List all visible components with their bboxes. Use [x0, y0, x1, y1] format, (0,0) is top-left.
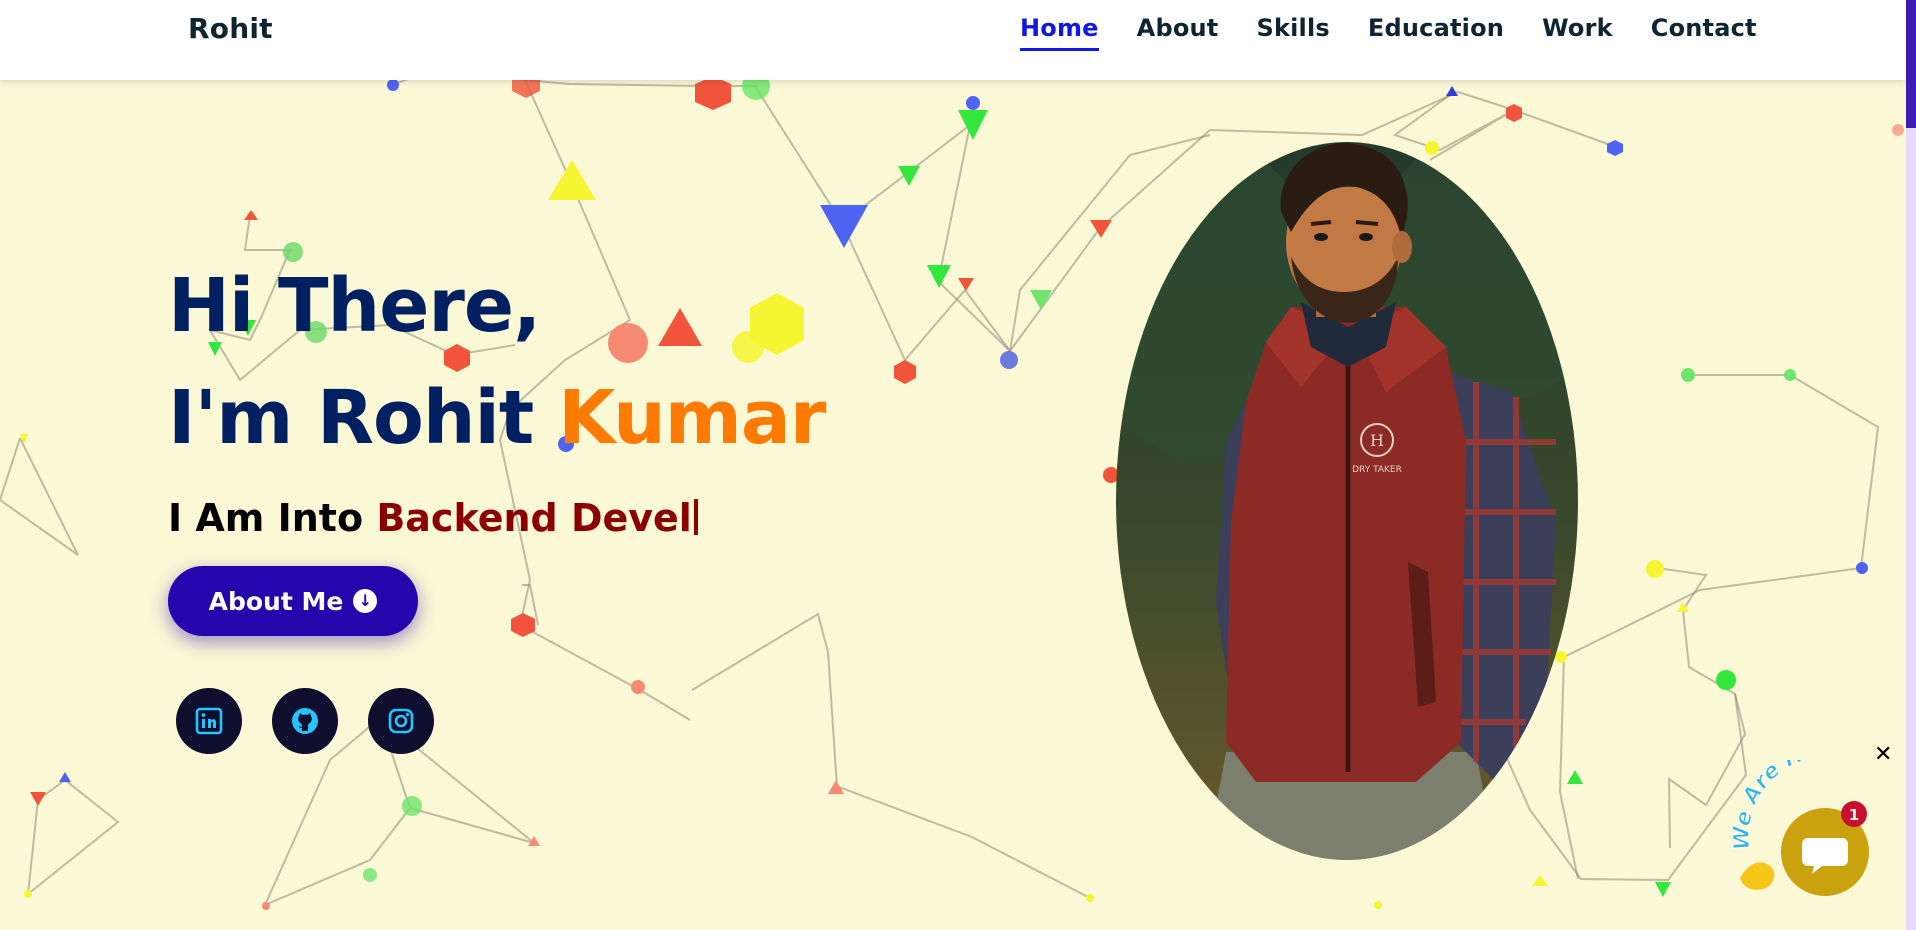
social-links [176, 688, 434, 754]
waving-hand-icon [1740, 862, 1775, 890]
nav-menu: Home About Skills Education Work Contact [1020, 14, 1795, 51]
jacket-logo-letter: H [1370, 431, 1384, 450]
chat-badge-count: 1 [1849, 806, 1859, 824]
typed-text: Backend Devel [376, 496, 692, 540]
tagline-prefix: I Am Into [168, 496, 364, 540]
hero-intro-surname: Kumar [558, 375, 826, 461]
arrow-circle-down-icon: ↓ [353, 589, 378, 613]
hero-intro: I'm Rohit Kumar [168, 362, 826, 474]
hero-intro-name: I'm Rohit [168, 375, 534, 461]
site-logo[interactable]: Rohit [188, 12, 273, 45]
scrollbar-thumb[interactable] [1906, 0, 1916, 128]
nav-link-contact[interactable]: Contact [1651, 14, 1757, 48]
nav-link-skills[interactable]: Skills [1256, 14, 1329, 48]
github-icon [292, 708, 318, 734]
about-me-label: About Me [208, 586, 344, 616]
chat-widget[interactable]: We Are Here! 1 [1730, 760, 1910, 910]
navbar: Rohit Home About Skills Education Work C… [0, 0, 1906, 80]
hero-greeting: Hi There, [168, 263, 541, 349]
nav-link-education[interactable]: Education [1368, 14, 1504, 48]
nav-link-work[interactable]: Work [1542, 14, 1613, 48]
github-link[interactable] [272, 688, 338, 754]
linkedin-icon [195, 707, 223, 735]
nav-link-home[interactable]: Home [1020, 14, 1099, 51]
typing-cursor [693, 499, 698, 535]
jacket-brand-text: DRY TAKER [1352, 465, 1402, 475]
instagram-link[interactable] [368, 688, 434, 754]
hero-tagline: I Am Into Backend Devel [168, 496, 825, 540]
about-me-button[interactable]: About Me ↓ [168, 566, 418, 636]
instagram-icon [388, 708, 414, 734]
nav-link-about[interactable]: About [1137, 14, 1219, 48]
linkedin-link[interactable] [176, 688, 242, 754]
hero-text: Hi There, I'm Rohit Kumar I Am Into Back… [168, 250, 826, 540]
profile-portrait: H DRY TAKER [1116, 142, 1578, 860]
